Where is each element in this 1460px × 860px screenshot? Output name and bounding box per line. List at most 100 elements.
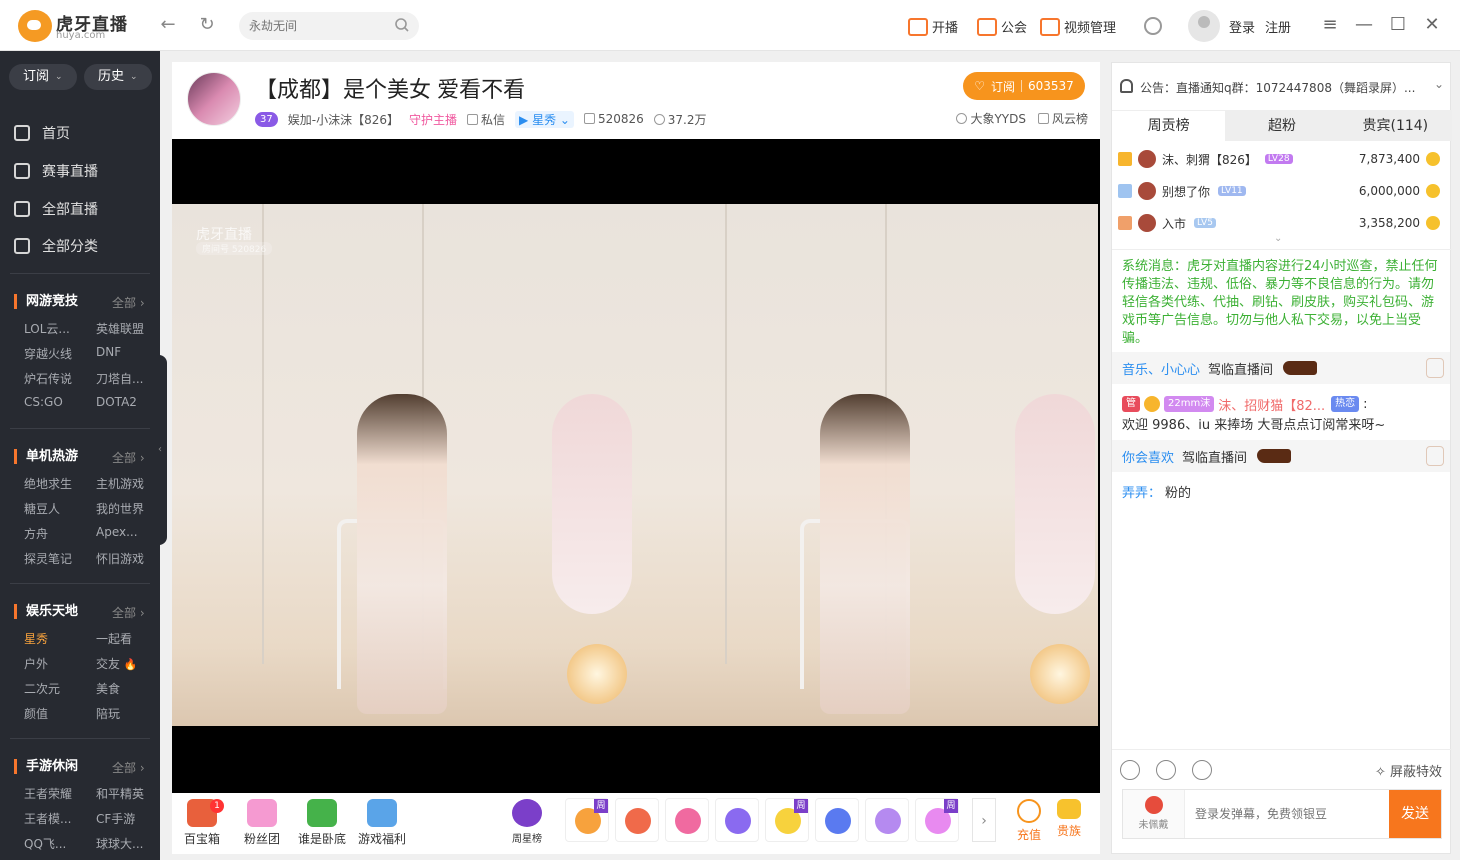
category-link[interactable]: 交友 🔥 — [96, 655, 138, 672]
gift-item[interactable]: 周 — [565, 798, 609, 842]
announcement-bar[interactable]: 公告：直播通知q群：1072447808（舞蹈录屏）... ⌄ — [1112, 63, 1452, 111]
rank-row[interactable]: 入市 LV5 3,358,200 — [1118, 212, 1444, 234]
go-live-button[interactable]: 开播 — [908, 17, 958, 36]
guard-host-link[interactable]: 守护主播 — [409, 111, 457, 128]
category-link[interactable]: 颜值 — [24, 705, 48, 722]
history-dropdown[interactable]: 历史 ⌄ — [84, 64, 152, 90]
tab-weekly-contribution[interactable]: 周贡榜 — [1112, 111, 1226, 141]
section-title[interactable]: 单机热游 — [14, 449, 78, 464]
category-link[interactable]: 二次元 — [24, 680, 60, 697]
font-style-icon[interactable] — [1192, 760, 1212, 780]
huya-logo[interactable]: 虎牙直播 huya.com — [18, 10, 128, 42]
category-link[interactable]: 陪玩 — [96, 705, 120, 722]
category-link[interactable]: 我的世界 — [96, 500, 144, 517]
ranking-link[interactable]: 风云榜 — [1037, 110, 1088, 127]
gift-item[interactable] — [815, 798, 859, 842]
category-tag[interactable]: ▶ 星秀 ⌄ — [515, 110, 574, 128]
category-link[interactable]: 糖豆人 — [24, 500, 60, 517]
section-all-link[interactable]: 全部 › — [112, 294, 145, 311]
emoji-icon[interactable] — [1120, 760, 1140, 780]
sidebar-collapse-handle[interactable]: ‹ — [153, 355, 167, 545]
user-avatar[interactable] — [1188, 10, 1220, 42]
chat-username[interactable]: 音乐、小心心 — [1122, 359, 1200, 378]
section-all-link[interactable]: 全部 › — [112, 604, 145, 621]
category-link[interactable]: 炉石传说 — [24, 370, 72, 387]
gift-next-arrow-icon[interactable]: › — [972, 798, 996, 842]
category-link[interactable]: 户外 — [24, 655, 48, 672]
category-link[interactable]: CS:GO — [24, 395, 63, 409]
category-link[interactable]: 王者模... — [24, 810, 71, 827]
chat-input[interactable] — [1195, 790, 1381, 838]
category-link[interactable]: 探灵笔记 — [24, 550, 72, 567]
category-link[interactable]: 英雄联盟 — [96, 320, 144, 337]
expand-chevron-icon[interactable]: ⌄ — [1274, 233, 1282, 244]
video-player[interactable]: 虎牙直播 房间号 520826 — [172, 139, 1100, 793]
section-all-link[interactable]: 全部 › — [112, 449, 145, 466]
block-effects-toggle[interactable]: ✧ 屏蔽特效 — [1375, 761, 1442, 780]
category-link[interactable]: Apex... — [96, 525, 138, 539]
category-link[interactable]: 方舟 — [24, 525, 48, 542]
chat-username[interactable]: 你会喜欢 — [1122, 447, 1174, 466]
section-title[interactable]: 娱乐天地 — [14, 604, 78, 619]
search-icon[interactable] — [394, 17, 410, 33]
gift-item[interactable] — [615, 798, 659, 842]
section-title[interactable]: 网游竞技 — [14, 294, 78, 309]
category-link[interactable]: 美食 — [96, 680, 120, 697]
category-link[interactable]: LOL云... — [24, 320, 70, 337]
nav-all-categories[interactable]: 全部分类 — [14, 235, 98, 257]
category-link[interactable]: 绝地求生 — [24, 475, 72, 492]
host-avatar[interactable] — [187, 72, 241, 126]
gift-item[interactable]: 周 — [915, 798, 959, 842]
back-arrow-icon[interactable]: ← — [157, 14, 179, 36]
category-link[interactable]: 一起看 — [96, 630, 132, 647]
chat-username[interactable]: 弄弄： — [1122, 482, 1161, 501]
tab-vip-guests[interactable]: 贵宾(114) — [1339, 111, 1452, 141]
noble-button[interactable]: 贵族 — [1047, 799, 1091, 839]
register-link[interactable]: 注册 — [1265, 17, 1291, 36]
category-link[interactable]: 刀塔自... — [96, 370, 143, 387]
recharge-button[interactable]: 充值 — [1007, 799, 1051, 843]
palette-icon[interactable] — [1156, 760, 1176, 780]
guild-button[interactable]: 公会 — [977, 17, 1027, 36]
minimize-icon[interactable]: — — [1352, 13, 1376, 37]
history-clock-icon[interactable] — [1144, 17, 1162, 35]
category-link[interactable]: QQ飞... — [24, 835, 66, 852]
rank-row[interactable]: 沫、刺猬【826】 LV28 7,873,400 — [1118, 148, 1444, 170]
category-link[interactable]: 球球大... — [96, 835, 143, 852]
category-link-active[interactable]: 星秀 — [24, 630, 48, 647]
section-all-link[interactable]: 全部 › — [112, 759, 145, 776]
message-button[interactable]: 私信 — [467, 111, 505, 128]
gift-item[interactable]: 周 — [765, 798, 809, 842]
category-link[interactable]: DNF — [96, 345, 121, 359]
category-link[interactable]: 怀旧游戏 — [96, 550, 144, 567]
tab-super-fans[interactable]: 超粉 — [1225, 111, 1338, 141]
nav-all-live[interactable]: 全部直播 — [14, 198, 98, 220]
week-star-button[interactable]: 周星榜 — [497, 799, 557, 845]
undercover-game-button[interactable]: 谁是卧底 — [292, 799, 352, 847]
nav-home[interactable]: 首页 — [14, 122, 70, 144]
send-button[interactable]: 发送 — [1389, 790, 1441, 838]
refresh-icon[interactable]: ↻ — [196, 14, 218, 36]
nav-esports[interactable]: 赛事直播 — [14, 160, 98, 182]
gift-item[interactable] — [865, 798, 909, 842]
login-link[interactable]: 登录 — [1229, 17, 1255, 36]
section-title[interactable]: 手游休闲 — [14, 759, 78, 774]
video-manage-button[interactable]: 视频管理 — [1040, 17, 1116, 36]
menu-icon[interactable]: ≡ — [1318, 13, 1342, 37]
gift-item[interactable] — [715, 798, 759, 842]
shield-icon[interactable] — [1426, 358, 1444, 378]
subscribe-dropdown[interactable]: 订阅 ⌄ — [9, 64, 77, 90]
subscribe-button[interactable]: ♡ 订阅 603537 — [963, 72, 1085, 100]
rank-row[interactable]: 别想了你 LV11 6,000,000 — [1118, 180, 1444, 202]
category-link[interactable]: 穿越火线 — [24, 345, 72, 362]
elephant-link[interactable]: 大象YYDS — [956, 110, 1026, 127]
game-benefits-button[interactable]: 游戏福利 — [352, 799, 412, 847]
fan-club-button[interactable]: 粉丝团 — [232, 799, 292, 847]
host-name[interactable]: 娱加-小沫沫【826】 — [288, 111, 399, 128]
maximize-icon[interactable]: ☐ — [1386, 13, 1410, 37]
category-link[interactable]: 和平精英 — [96, 785, 144, 802]
chevron-down-icon[interactable]: ⌄ — [1434, 77, 1444, 91]
fan-badge-wear-button[interactable]: 未佩戴 — [1123, 790, 1185, 838]
close-icon[interactable]: ✕ — [1420, 13, 1444, 37]
category-link[interactable]: 主机游戏 — [96, 475, 144, 492]
